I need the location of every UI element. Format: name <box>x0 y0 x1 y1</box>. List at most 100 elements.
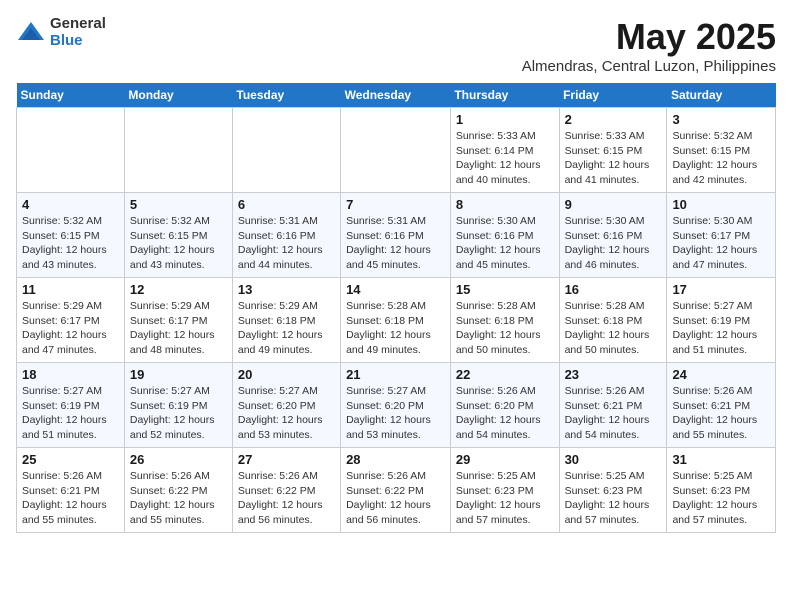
day-info: Sunrise: 5:27 AM Sunset: 6:19 PM Dayligh… <box>22 384 119 443</box>
day-number: 5 <box>130 197 227 212</box>
day-cell: 16 Sunrise: 5:28 AM Sunset: 6:18 PM Dayli… <box>559 278 667 363</box>
day-info: Sunrise: 5:32 AM Sunset: 6:15 PM Dayligh… <box>672 129 770 188</box>
day-number: 8 <box>456 197 554 212</box>
day-info: Sunrise: 5:26 AM Sunset: 6:21 PM Dayligh… <box>565 384 662 443</box>
day-info: Sunrise: 5:27 AM Sunset: 6:19 PM Dayligh… <box>130 384 227 443</box>
day-info: Sunrise: 5:30 AM Sunset: 6:17 PM Dayligh… <box>672 214 770 273</box>
week-row-5: 25 Sunrise: 5:26 AM Sunset: 6:21 PM Dayli… <box>17 448 776 533</box>
day-number: 15 <box>456 282 554 297</box>
location: Almendras, Central Luzon, Philippines <box>522 58 776 75</box>
day-info: Sunrise: 5:27 AM Sunset: 6:20 PM Dayligh… <box>346 384 445 443</box>
calendar-body: 1Sunrise: 5:33 AM Sunset: 6:14 PM Daylig… <box>17 108 776 533</box>
day-number: 14 <box>346 282 445 297</box>
header: General Blue May 2025 Almendras, Central… <box>16 16 776 75</box>
day-cell: 10 Sunrise: 5:30 AM Sunset: 6:17 PM Dayli… <box>667 193 776 278</box>
day-info: Sunrise: 5:26 AM Sunset: 6:22 PM Dayligh… <box>238 469 335 528</box>
day-cell: 17 Sunrise: 5:27 AM Sunset: 6:19 PM Dayli… <box>667 278 776 363</box>
day-cell: 12Sunrise: 5:29 AM Sunset: 6:17 PM Dayli… <box>124 278 232 363</box>
day-cell: 13 Sunrise: 5:29 AM Sunset: 6:18 PM Dayli… <box>232 278 340 363</box>
day-cell: 8Sunrise: 5:30 AM Sunset: 6:16 PM Daylig… <box>450 193 559 278</box>
day-number: 19 <box>130 367 227 382</box>
title-block: May 2025 Almendras, Central Luzon, Phili… <box>522 16 776 75</box>
month-title: May 2025 <box>522 16 776 58</box>
day-number: 2 <box>565 112 662 127</box>
day-number: 18 <box>22 367 119 382</box>
week-row-2: 4 Sunrise: 5:32 AM Sunset: 6:15 PM Daylig… <box>17 193 776 278</box>
day-number: 28 <box>346 452 445 467</box>
day-number: 12 <box>130 282 227 297</box>
day-info: Sunrise: 5:29 AM Sunset: 6:17 PM Dayligh… <box>22 299 119 358</box>
calendar-table: SundayMondayTuesdayWednesdayThursdayFrid… <box>16 83 776 533</box>
day-cell <box>124 108 232 193</box>
logo: General Blue <box>16 16 106 49</box>
day-info: Sunrise: 5:29 AM Sunset: 6:18 PM Dayligh… <box>238 299 335 358</box>
day-number: 10 <box>672 197 770 212</box>
day-info: Sunrise: 5:28 AM Sunset: 6:18 PM Dayligh… <box>456 299 554 358</box>
day-number: 1 <box>456 112 554 127</box>
day-cell: 20 Sunrise: 5:27 AM Sunset: 6:20 PM Dayli… <box>232 363 340 448</box>
week-row-3: 11Sunrise: 5:29 AM Sunset: 6:17 PM Dayli… <box>17 278 776 363</box>
day-number: 13 <box>238 282 335 297</box>
day-number: 24 <box>672 367 770 382</box>
day-cell: 18 Sunrise: 5:27 AM Sunset: 6:19 PM Dayli… <box>17 363 125 448</box>
day-cell <box>17 108 125 193</box>
day-cell: 22Sunrise: 5:26 AM Sunset: 6:20 PM Dayli… <box>450 363 559 448</box>
day-number: 4 <box>22 197 119 212</box>
day-header-sunday: Sunday <box>17 83 125 108</box>
day-number: 9 <box>565 197 662 212</box>
day-number: 16 <box>565 282 662 297</box>
day-number: 23 <box>565 367 662 382</box>
day-info: Sunrise: 5:32 AM Sunset: 6:15 PM Dayligh… <box>22 214 119 273</box>
day-number: 20 <box>238 367 335 382</box>
day-info: Sunrise: 5:30 AM Sunset: 6:16 PM Dayligh… <box>565 214 662 273</box>
day-cell: 25 Sunrise: 5:26 AM Sunset: 6:21 PM Dayli… <box>17 448 125 533</box>
day-number: 17 <box>672 282 770 297</box>
week-row-4: 18 Sunrise: 5:27 AM Sunset: 6:19 PM Dayli… <box>17 363 776 448</box>
day-header-saturday: Saturday <box>667 83 776 108</box>
day-cell: 29Sunrise: 5:25 AM Sunset: 6:23 PM Dayli… <box>450 448 559 533</box>
logo-blue-text: Blue <box>50 33 106 50</box>
day-info: Sunrise: 5:27 AM Sunset: 6:20 PM Dayligh… <box>238 384 335 443</box>
day-header-thursday: Thursday <box>450 83 559 108</box>
day-number: 3 <box>672 112 770 127</box>
day-info: Sunrise: 5:25 AM Sunset: 6:23 PM Dayligh… <box>565 469 662 528</box>
day-number: 26 <box>130 452 227 467</box>
day-info: Sunrise: 5:31 AM Sunset: 6:16 PM Dayligh… <box>238 214 335 273</box>
day-info: Sunrise: 5:26 AM Sunset: 6:22 PM Dayligh… <box>346 469 445 528</box>
day-number: 6 <box>238 197 335 212</box>
day-info: Sunrise: 5:28 AM Sunset: 6:18 PM Dayligh… <box>565 299 662 358</box>
day-cell: 24 Sunrise: 5:26 AM Sunset: 6:21 PM Dayli… <box>667 363 776 448</box>
day-info: Sunrise: 5:25 AM Sunset: 6:23 PM Dayligh… <box>456 469 554 528</box>
day-info: Sunrise: 5:26 AM Sunset: 6:21 PM Dayligh… <box>22 469 119 528</box>
day-cell: 26 Sunrise: 5:26 AM Sunset: 6:22 PM Dayli… <box>124 448 232 533</box>
logo-general-text: General <box>50 16 106 33</box>
day-header-wednesday: Wednesday <box>341 83 451 108</box>
day-number: 25 <box>22 452 119 467</box>
day-cell: 7Sunrise: 5:31 AM Sunset: 6:16 PM Daylig… <box>341 193 451 278</box>
day-cell: 3 Sunrise: 5:32 AM Sunset: 6:15 PM Daylig… <box>667 108 776 193</box>
day-cell: 14Sunrise: 5:28 AM Sunset: 6:18 PM Dayli… <box>341 278 451 363</box>
day-info: Sunrise: 5:33 AM Sunset: 6:15 PM Dayligh… <box>565 129 662 188</box>
day-cell: 15 Sunrise: 5:28 AM Sunset: 6:18 PM Dayli… <box>450 278 559 363</box>
day-info: Sunrise: 5:32 AM Sunset: 6:15 PM Dayligh… <box>130 214 227 273</box>
week-row-1: 1Sunrise: 5:33 AM Sunset: 6:14 PM Daylig… <box>17 108 776 193</box>
day-cell: 4 Sunrise: 5:32 AM Sunset: 6:15 PM Daylig… <box>17 193 125 278</box>
day-cell <box>232 108 340 193</box>
day-header-friday: Friday <box>559 83 667 108</box>
day-cell: 19 Sunrise: 5:27 AM Sunset: 6:19 PM Dayli… <box>124 363 232 448</box>
logo-icon <box>16 18 46 48</box>
day-info: Sunrise: 5:26 AM Sunset: 6:22 PM Dayligh… <box>130 469 227 528</box>
day-cell: 1Sunrise: 5:33 AM Sunset: 6:14 PM Daylig… <box>450 108 559 193</box>
day-info: Sunrise: 5:27 AM Sunset: 6:19 PM Dayligh… <box>672 299 770 358</box>
day-cell: 6 Sunrise: 5:31 AM Sunset: 6:16 PM Daylig… <box>232 193 340 278</box>
day-header-monday: Monday <box>124 83 232 108</box>
header-row: SundayMondayTuesdayWednesdayThursdayFrid… <box>17 83 776 108</box>
day-info: Sunrise: 5:26 AM Sunset: 6:21 PM Dayligh… <box>672 384 770 443</box>
day-number: 30 <box>565 452 662 467</box>
day-cell: 27Sunrise: 5:26 AM Sunset: 6:22 PM Dayli… <box>232 448 340 533</box>
day-cell: 21Sunrise: 5:27 AM Sunset: 6:20 PM Dayli… <box>341 363 451 448</box>
day-info: Sunrise: 5:31 AM Sunset: 6:16 PM Dayligh… <box>346 214 445 273</box>
day-cell: 31Sunrise: 5:25 AM Sunset: 6:23 PM Dayli… <box>667 448 776 533</box>
day-cell: 28 Sunrise: 5:26 AM Sunset: 6:22 PM Dayli… <box>341 448 451 533</box>
day-cell: 30 Sunrise: 5:25 AM Sunset: 6:23 PM Dayli… <box>559 448 667 533</box>
